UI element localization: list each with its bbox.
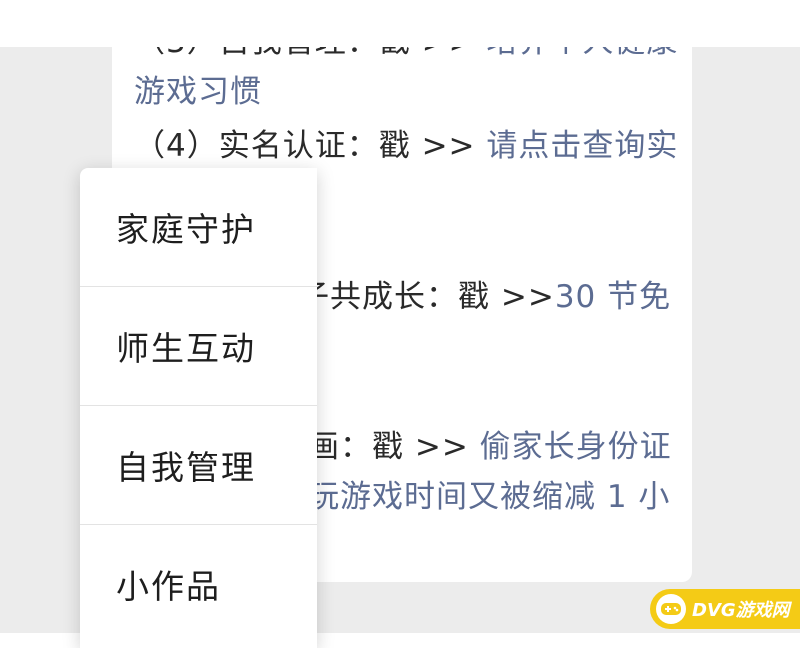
article-item-prefix: （3）自我管理：戳 >> bbox=[134, 47, 486, 60]
menu-item-small-works[interactable]: 小作品 bbox=[80, 525, 317, 643]
article-item-parent-child: 亲子共成长：戳 >>30 节免 bbox=[266, 272, 686, 322]
menu-item-teacher-student[interactable]: 师生互动 bbox=[80, 287, 317, 405]
article-item-prefix: 画：戳 >> bbox=[308, 429, 480, 465]
screen: （3）自我管理：戳 >> 培养个人健康游戏习惯 （4）实名认证：戳 >> 请点击… bbox=[0, 0, 800, 648]
article-item-comic: 画：戳 >> 偷家长身份证玩游戏时间又被缩减 1 小 bbox=[308, 422, 678, 522]
popup-menu: 家庭守护 师生互动 自我管理 小作品 bbox=[80, 168, 317, 648]
gamepad-icon bbox=[656, 594, 686, 624]
menu-item-self-management[interactable]: 自我管理 bbox=[80, 406, 317, 524]
article-item-self-management: （3）自我管理：戳 >> 培养个人健康游戏习惯 bbox=[134, 47, 682, 117]
article-link-parent-child[interactable]: 30 节免 bbox=[555, 279, 671, 315]
article-item-prefix: （4）实名认证：戳 >> bbox=[134, 128, 487, 164]
menu-item-family-guard[interactable]: 家庭守护 bbox=[80, 168, 317, 286]
watermark-text: DVG游戏网 bbox=[692, 600, 790, 621]
watermark-logo: DVG游戏网 bbox=[650, 589, 800, 629]
